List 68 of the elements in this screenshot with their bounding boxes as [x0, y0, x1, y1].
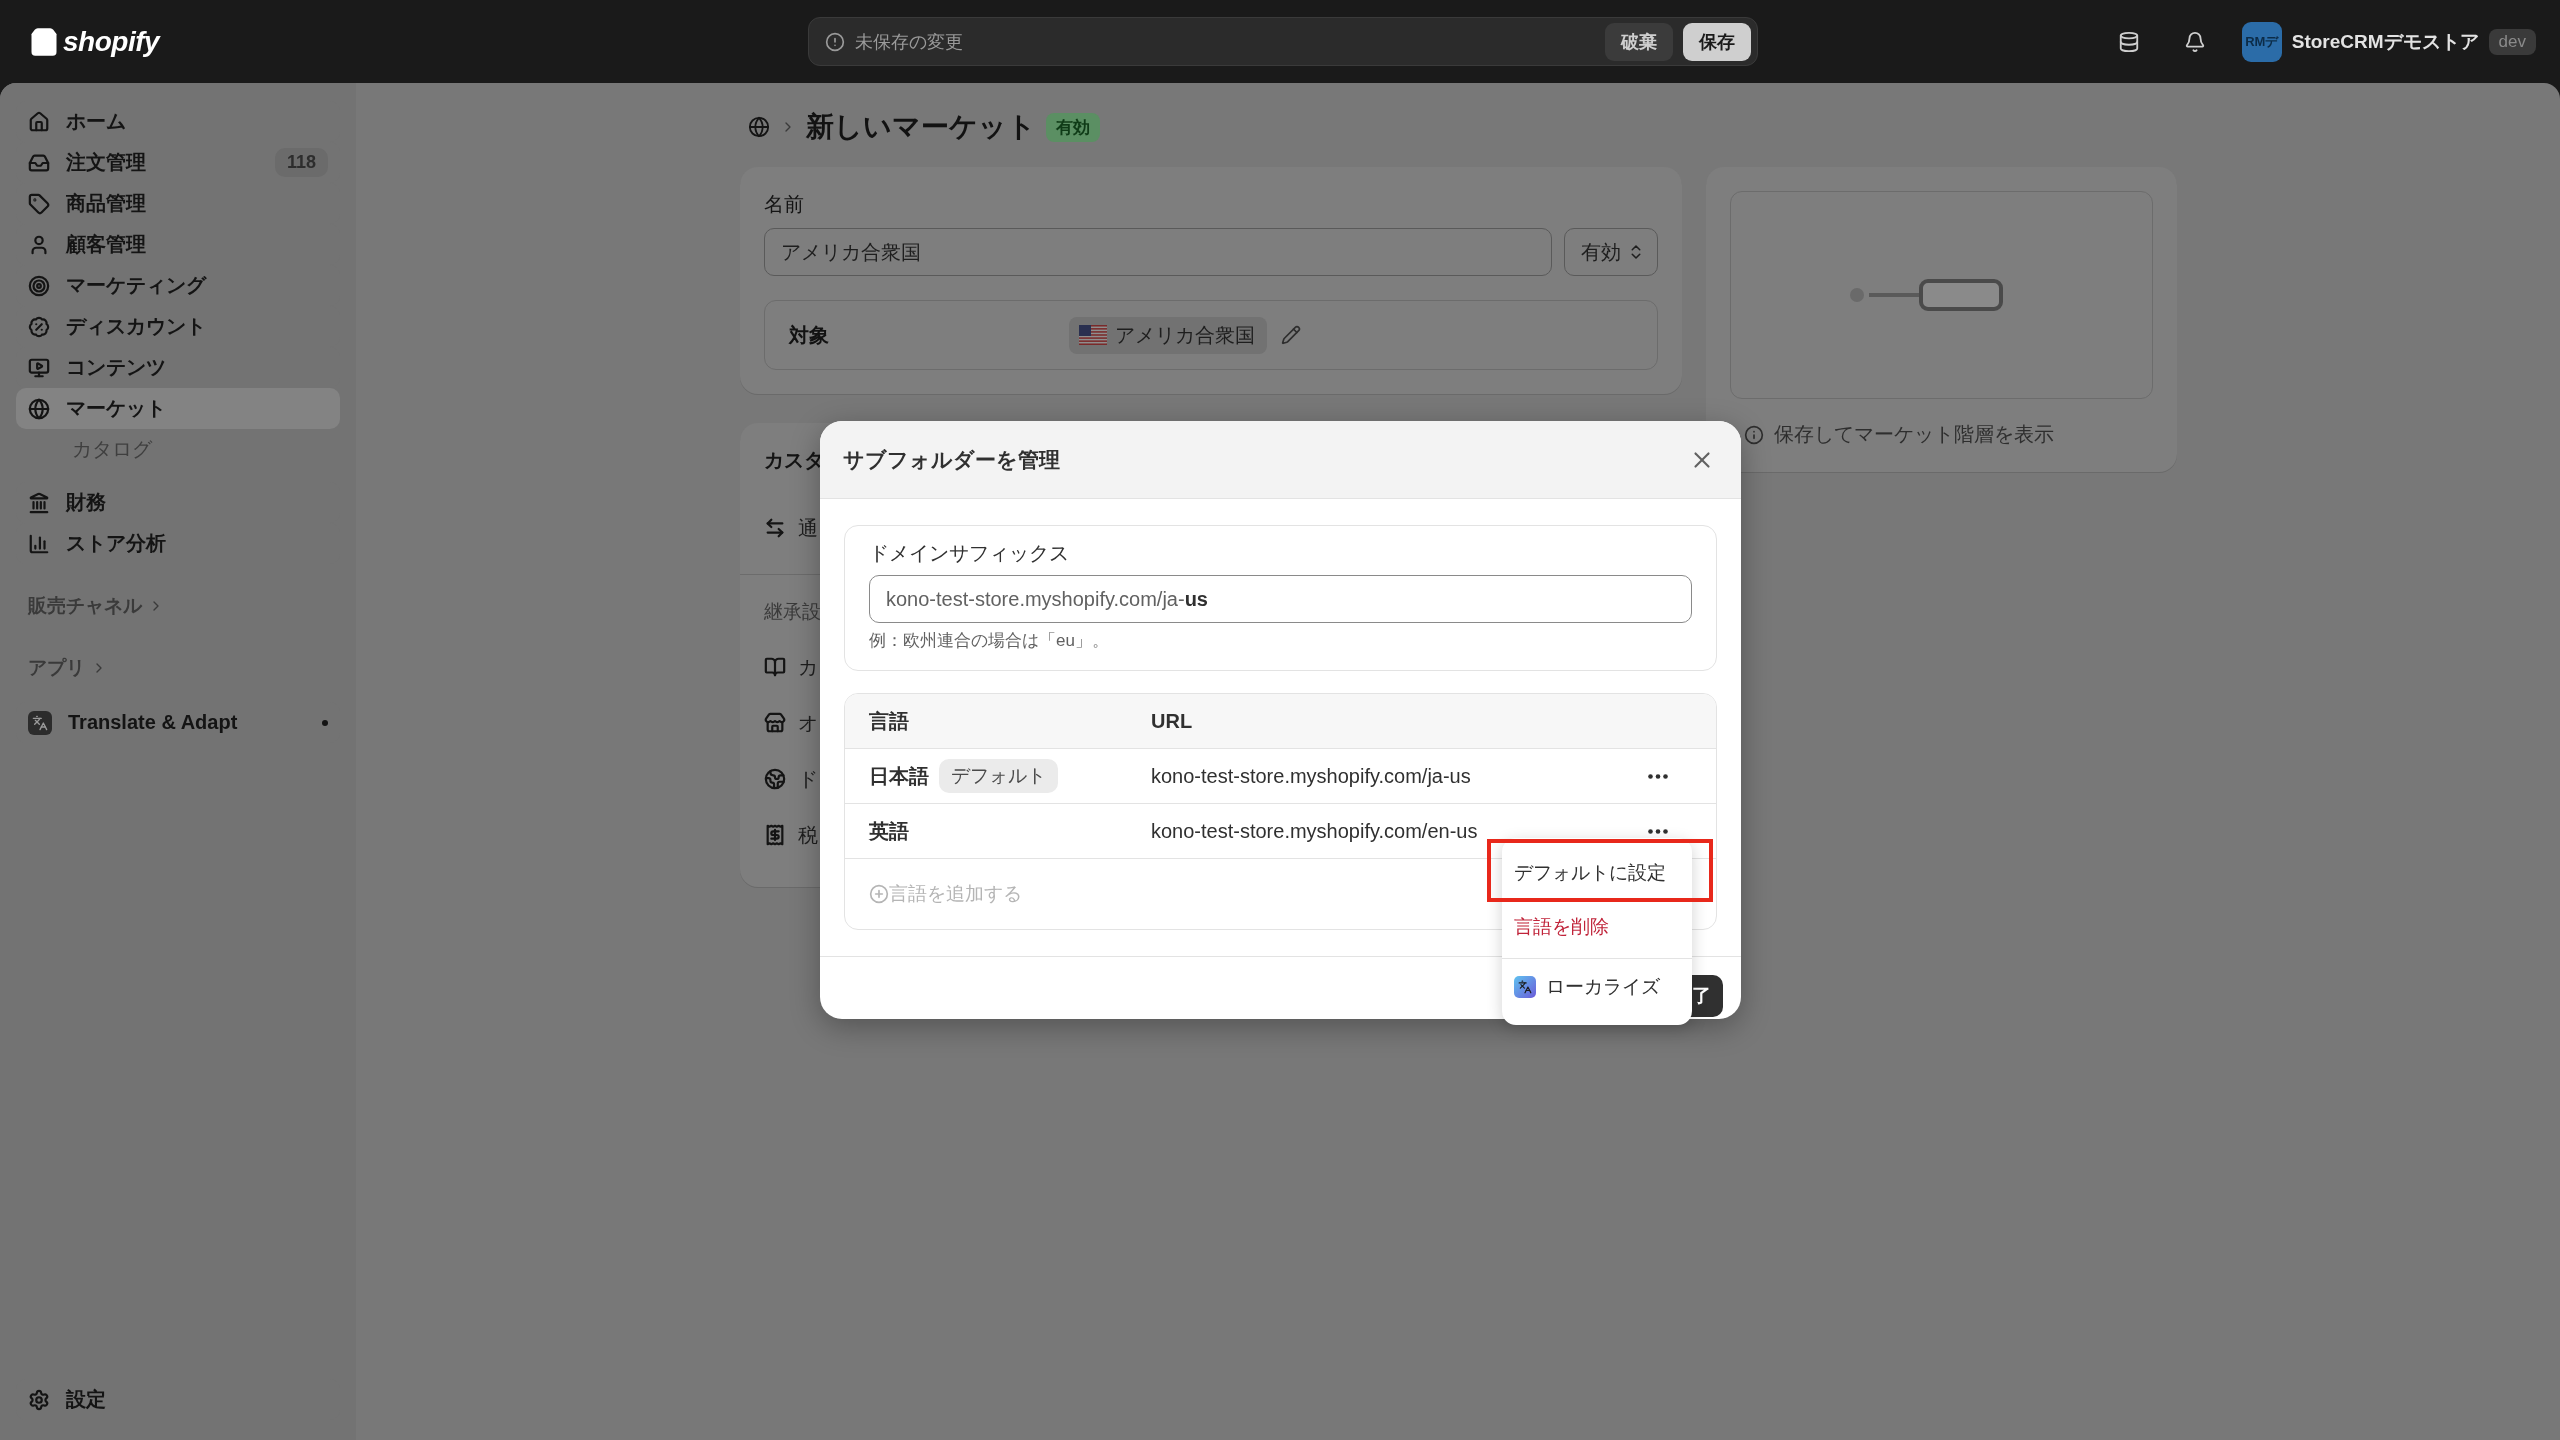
monitor-icon: [28, 356, 50, 379]
more-icon: [1648, 773, 1668, 779]
country-name: アメリカ合衆国: [1115, 322, 1255, 348]
flag-icon: [1079, 325, 1107, 345]
localize-icon: [1514, 976, 1536, 998]
globe-icon: [764, 768, 786, 790]
person-icon: [28, 233, 50, 256]
edit-icon[interactable]: [1281, 325, 1301, 345]
row-label: オ: [798, 710, 818, 736]
receipt-icon: [764, 824, 786, 846]
unsaved-message: 未保存の変更: [854, 30, 964, 54]
field-label: 名前: [764, 192, 805, 217]
more-button[interactable]: [1646, 826, 1670, 836]
language-name: 英語: [869, 818, 909, 844]
url-text: kono-test-store.myshopify.com/en-us: [1151, 819, 1478, 843]
store-icon: [764, 712, 786, 734]
bag-logo-icon: [29, 26, 59, 57]
domain-suffix-field[interactable]: kono-test-store.myshopify.com/ja-us: [869, 575, 1692, 623]
card-heading: カスタ: [764, 448, 824, 473]
home-icon: [28, 110, 50, 133]
order-count: 118: [274, 148, 328, 177]
name-field[interactable]: アメリカ合衆国: [764, 228, 1552, 276]
globe-icon[interactable]: [748, 116, 770, 138]
dev-badge: dev: [2488, 28, 2536, 55]
sidebar-item[interactable]: マーケット: [16, 388, 340, 429]
globe-icon: [28, 397, 50, 420]
field-label: ドメインサフィックス: [869, 541, 1070, 566]
discard-button[interactable]: 破棄: [1604, 22, 1673, 61]
row-label: 税: [798, 822, 818, 848]
row-label: 通: [798, 515, 818, 541]
bank-icon: [28, 491, 50, 514]
target-label: 対象: [789, 322, 830, 348]
save-button[interactable]: 保存: [1682, 22, 1751, 61]
alert-icon: [824, 31, 845, 52]
logo-text: shopify: [63, 25, 160, 58]
dialog-title: サブフォルダーを管理: [843, 446, 1060, 473]
more-button[interactable]: [1646, 771, 1670, 781]
row-label: ド: [798, 766, 818, 792]
translate-icon: [28, 710, 52, 735]
column-header: 言語: [869, 708, 909, 734]
help-text: 例：欧州連合の場合は「eu」。: [869, 630, 1110, 652]
store-name[interactable]: StoreCRMデモストア: [2291, 28, 2479, 55]
url-text: kono-test-store.myshopify.com/ja-us: [1151, 764, 1471, 788]
section-link[interactable]: アプリ: [28, 655, 85, 681]
settings-icon: [28, 1388, 50, 1411]
book-icon: [764, 656, 786, 678]
store-avatar[interactable]: RMデ: [2241, 21, 2282, 62]
section-link[interactable]: 販売チャネル: [28, 593, 142, 619]
status-select[interactable]: 有効: [1564, 228, 1658, 276]
more-icon: [1648, 828, 1668, 834]
bar-chart-icon: [28, 532, 50, 555]
preview-caption: 保存してマーケット階層を表示: [1774, 422, 2054, 447]
language-name: 日本語: [869, 763, 929, 789]
column-header: URL: [1151, 709, 1193, 733]
target-icon: [28, 274, 50, 297]
percent-badge-icon: [28, 315, 50, 338]
page-title: 新しいマーケット: [806, 110, 1036, 144]
add-language-link[interactable]: 言語を追加する: [889, 881, 1022, 907]
default-badge: デフォルト: [939, 759, 1058, 793]
info-icon: [1744, 424, 1764, 445]
menu-item[interactable]: ローカライズ: [1502, 958, 1692, 1015]
exchange-icon: [764, 517, 786, 539]
section-label: 継承設: [764, 600, 821, 624]
status-badge: 有効: [1046, 112, 1100, 142]
tag-icon: [28, 192, 50, 215]
menu-item[interactable]: 言語を削除: [1502, 902, 1692, 952]
menu-item[interactable]: デフォルトに設定: [1502, 848, 1692, 898]
row-label: カ: [798, 654, 818, 680]
